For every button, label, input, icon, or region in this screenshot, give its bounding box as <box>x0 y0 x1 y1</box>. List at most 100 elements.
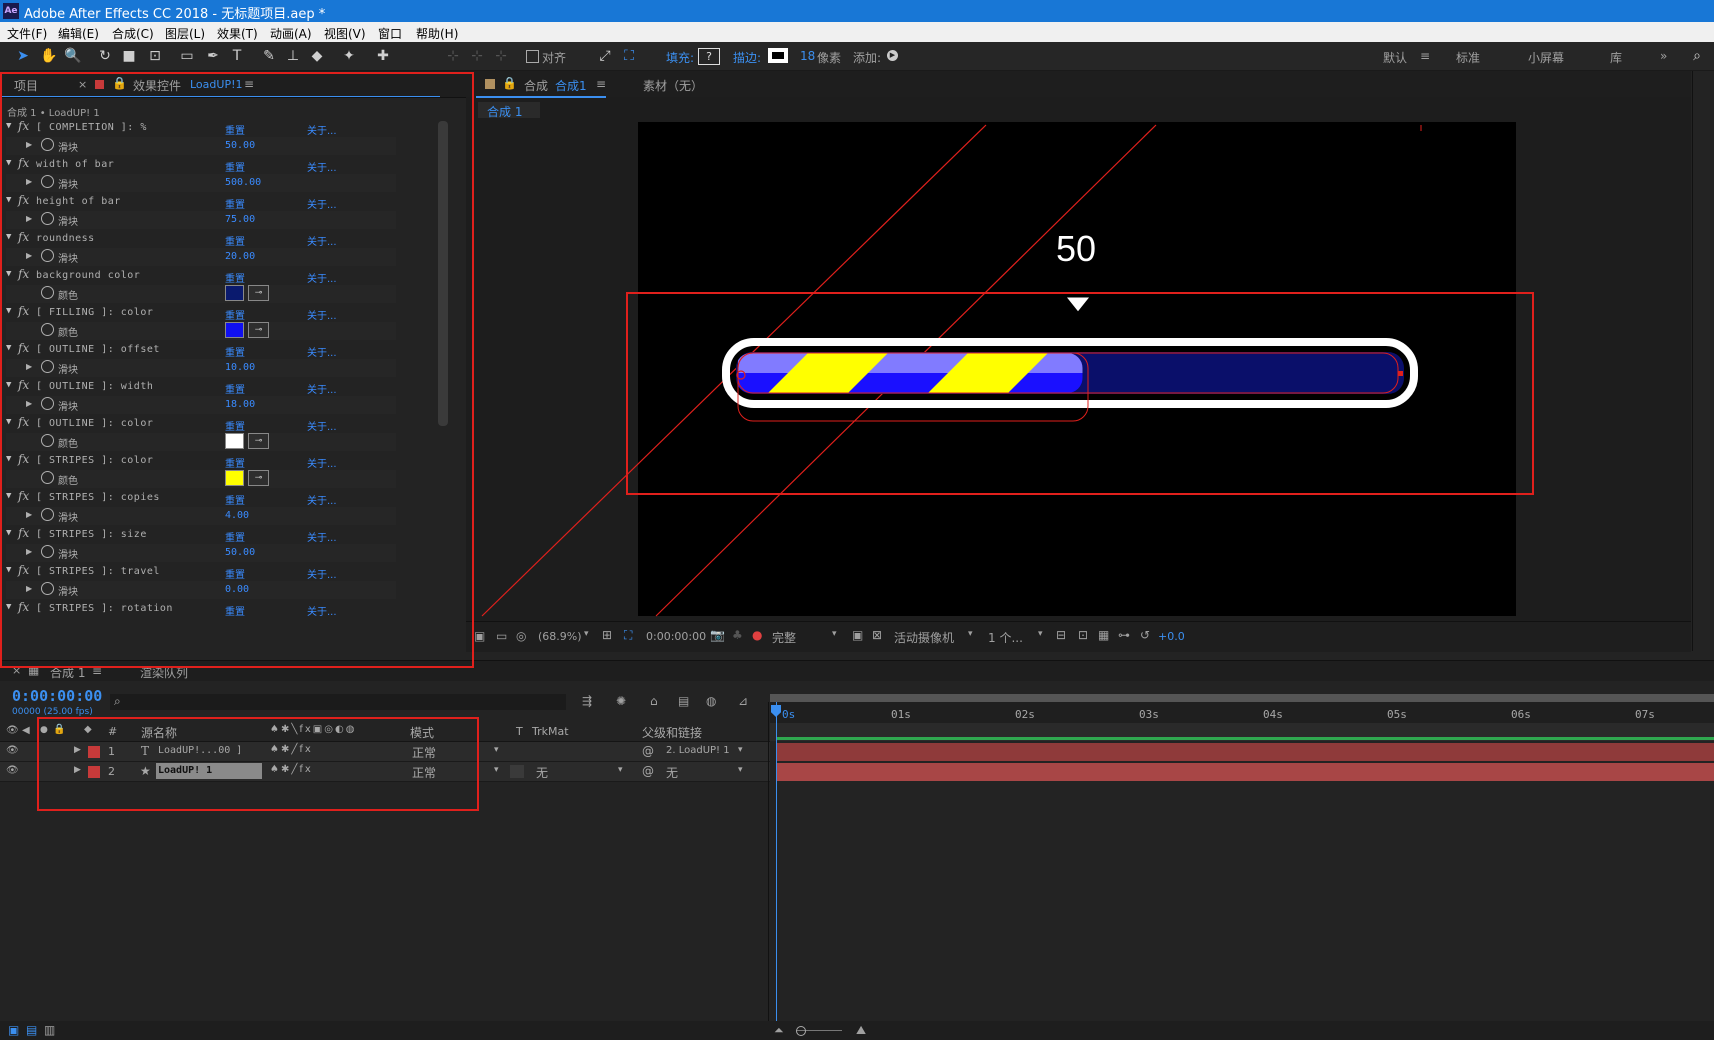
menu-file[interactable]: 文件(F) <box>7 25 47 42</box>
views-dropdown-icon[interactable]: ▾ <box>1038 629 1043 639</box>
toggle-transfer-icon[interactable]: ▤ <box>26 1023 37 1037</box>
exposure-value[interactable]: +0.0 <box>1158 630 1185 643</box>
zoom-dropdown-icon[interactable]: ▾ <box>584 629 589 639</box>
effect-reset-button[interactable]: 重置 <box>225 492 245 507</box>
menu-window[interactable]: 窗口 <box>378 25 402 42</box>
zoom-tool-icon[interactable]: 🔍 <box>64 47 82 65</box>
layer-1-mode[interactable]: 正常 <box>412 744 436 761</box>
layer-2-label-color[interactable] <box>88 766 100 778</box>
stopwatch-icon[interactable] <box>41 138 54 151</box>
layer-search-input[interactable]: ⌕ <box>110 694 566 710</box>
selection-tool-icon[interactable]: ➤ <box>14 47 32 65</box>
shy-layers-icon[interactable]: ⌂ <box>650 694 658 708</box>
monitor-icon[interactable]: ▭ <box>496 629 507 643</box>
effect-about-button[interactable]: 关于... <box>307 122 337 137</box>
solo-header-icon[interactable]: ● <box>40 725 48 735</box>
color-swatch[interactable] <box>225 285 244 301</box>
layer-1-visibility-icon[interactable]: 👁 <box>6 745 19 756</box>
toggle-pixel-icon[interactable]: ⊟ <box>1056 628 1066 642</box>
stopwatch-icon[interactable] <box>41 286 54 299</box>
work-area-bar[interactable] <box>770 694 1714 702</box>
channel-icon[interactable]: ● <box>752 628 762 642</box>
property-expand-icon[interactable]: ▶ <box>26 177 32 186</box>
layer-1-mode-dropdown-icon[interactable]: ▾ <box>494 745 499 755</box>
motion-blur-icon[interactable]: ◍ <box>706 694 716 708</box>
align-checkbox[interactable] <box>526 50 539 63</box>
snap-options-icon[interactable]: ⛶ <box>620 47 638 65</box>
fx-icon[interactable]: fx <box>18 193 29 207</box>
effect-header[interactable]: ▼ fx roundness 重置 关于... <box>6 230 396 248</box>
workspace-default[interactable]: 默认 <box>1383 49 1407 66</box>
effect-reset-button[interactable]: 重置 <box>225 270 245 285</box>
effect-property-row[interactable]: ▶ 滑块 10.00 <box>6 359 396 377</box>
effect-expand-icon[interactable]: ▼ <box>6 491 11 501</box>
effect-about-button[interactable]: 关于... <box>307 529 337 544</box>
stopwatch-icon[interactable] <box>41 582 54 595</box>
layer-1-expand-icon[interactable]: ▶ <box>74 745 81 755</box>
property-expand-icon[interactable]: ▶ <box>26 510 32 519</box>
effect-header[interactable]: ▼ fx [ OUTLINE ]: width 重置 关于... <box>6 378 396 396</box>
effect-expand-icon[interactable]: ▼ <box>6 195 11 205</box>
fx-icon[interactable]: fx <box>18 304 29 318</box>
effect-about-button[interactable]: 关于... <box>307 270 337 285</box>
fx-icon[interactable]: fx <box>18 341 29 355</box>
rotate-tool-icon[interactable]: ↻ <box>96 47 114 65</box>
lock-icon[interactable]: 🔒 <box>112 76 127 90</box>
stopwatch-icon[interactable] <box>41 434 54 447</box>
effect-expand-icon[interactable]: ▼ <box>6 343 11 353</box>
transparency-grid-icon[interactable]: ⊠ <box>872 628 882 642</box>
effect-reset-button[interactable]: 重置 <box>225 307 245 322</box>
effect-expand-icon[interactable]: ▼ <box>6 528 11 538</box>
tab-effect-layer-name[interactable]: LoadUP!1 <box>190 78 242 91</box>
fx-icon[interactable]: fx <box>18 230 29 244</box>
comp-flowchart-icon[interactable]: ⇶ <box>582 694 592 708</box>
layer-2-name[interactable]: LoadUP! 1 <box>158 765 212 776</box>
property-value[interactable]: 50.00 <box>225 140 255 151</box>
workspace-menu-icon[interactable]: ≡ <box>1420 49 1430 63</box>
fill-swatch[interactable]: ? <box>698 48 720 65</box>
effect-header[interactable]: ▼ fx [ OUTLINE ]: color 重置 关于... <box>6 415 396 433</box>
stroke-swatch[interactable] <box>768 48 788 63</box>
effect-property-row[interactable]: 颜色 ⊸ <box>6 285 396 303</box>
workspace-libraries[interactable]: 库 <box>1610 49 1622 66</box>
timeline-zoom-thumb[interactable] <box>796 1026 806 1036</box>
effect-reset-button[interactable]: 重置 <box>225 196 245 211</box>
puppet-tool-icon[interactable]: ✚ <box>374 47 392 65</box>
property-value[interactable]: 10.00 <box>225 362 255 373</box>
stopwatch-icon[interactable] <box>41 508 54 521</box>
effect-header[interactable]: ▼ fx [ OUTLINE ]: offset 重置 关于... <box>6 341 396 359</box>
toggle-in-out-icon[interactable]: ▥ <box>44 1023 55 1037</box>
safe-area-icon[interactable]: ⛶ <box>624 628 632 643</box>
layer-2-expand-icon[interactable]: ▶ <box>74 765 81 775</box>
effect-expand-icon[interactable]: ▼ <box>6 232 11 242</box>
effect-reset-button[interactable]: 重置 <box>225 344 245 359</box>
color-swatch[interactable] <box>225 322 244 338</box>
resolution-select[interactable]: 完整 <box>772 629 796 646</box>
tab-timeline-comp[interactable]: 合成 1 <box>50 664 85 681</box>
mode-header[interactable]: 模式 <box>410 724 434 741</box>
tab-composition-name[interactable]: 合成1 <box>555 77 587 94</box>
color-swatch[interactable] <box>225 433 244 449</box>
layer-1-parent[interactable]: 2. LoadUP! 1 <box>666 745 730 756</box>
effect-expand-icon[interactable]: ▼ <box>6 306 11 316</box>
camera-dropdown-icon[interactable]: ▾ <box>968 629 973 639</box>
menu-animation[interactable]: 动画(A) <box>270 25 312 42</box>
right-collapsed-panel[interactable] <box>1692 71 1714 651</box>
effect-property-row[interactable]: 颜色 ⊸ <box>6 470 396 488</box>
effect-about-button[interactable]: 关于... <box>307 455 337 470</box>
stopwatch-icon[interactable] <box>41 397 54 410</box>
layer-row-2[interactable]: 👁 ▶ 2 ★ LoadUP! 1 ♠✱╱fx 正常 ▾ 无 ▾ @ 无 ▾ <box>0 762 770 782</box>
av-eye-header-icon[interactable]: 👁 <box>6 725 19 736</box>
effect-header[interactable]: ▼ fx background color 重置 关于... <box>6 267 396 285</box>
audio-header-icon[interactable]: ◀ <box>22 725 30 736</box>
more-workspaces-icon[interactable]: » <box>1660 49 1667 63</box>
effect-reset-button[interactable]: 重置 <box>225 233 245 248</box>
effect-property-row[interactable]: ▶ 滑块 50.00 <box>6 544 396 562</box>
timeline-icon[interactable]: ▦ <box>1098 628 1109 642</box>
fx-icon[interactable]: fx <box>18 267 29 281</box>
property-value[interactable]: 75.00 <box>225 214 255 225</box>
property-expand-icon[interactable]: ▶ <box>26 547 32 556</box>
tab-composition[interactable]: 合成 <box>524 77 548 94</box>
fx-icon[interactable]: fx <box>18 452 29 466</box>
layer-2-preserve-transparency[interactable] <box>510 765 524 778</box>
